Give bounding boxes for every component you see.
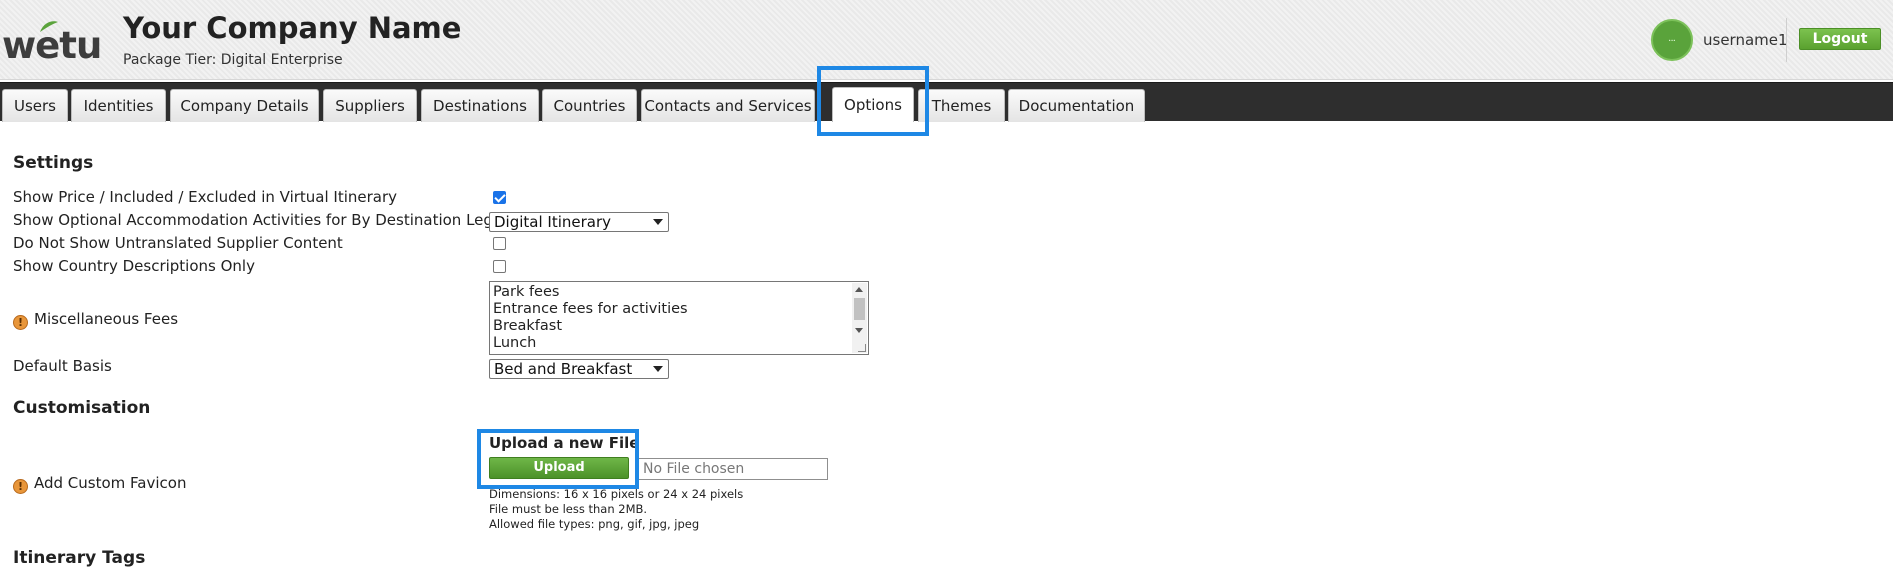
dimensions-note: Dimensions: 16 x 16 pixels or 24 x 24 pi… [489,487,744,501]
chevron-down-icon [653,219,663,225]
show-optional-select[interactable]: Digital Itinerary [489,212,669,232]
package-tier: Package Tier: Digital Enterprise [123,52,343,68]
misc-fees-label: Miscellaneous Fees [34,310,179,328]
upload-button[interactable]: Upload [489,457,629,479]
company-name: Your Company Name [123,11,462,45]
scroll-up-icon[interactable] [855,287,863,292]
scroll-thumb[interactable] [854,298,865,320]
tab-bar: Users Identities Company Details Supplie… [0,82,1893,122]
size-note: File must be less than 2MB. [489,502,648,516]
logo-text: wetu [2,24,102,67]
show-optional-value: Digital Itinerary [494,213,612,231]
tab-company-details[interactable]: Company Details [170,89,319,122]
tab-users[interactable]: Users [2,89,68,122]
tab-themes[interactable]: Themes [918,89,1005,122]
untranslated-label: Do Not Show Untranslated Supplier Conten… [13,234,343,252]
misc-fees-listbox[interactable]: Park fees Entrance fees for activities B… [489,281,869,355]
tab-countries[interactable]: Countries [542,89,637,122]
show-optional-label: Show Optional Accommodation Activities f… [13,211,501,229]
list-item[interactable]: Lunch [493,335,865,352]
favicon-row: ! Add Custom Favicon [13,474,186,494]
itinerary-tags-title: Itinerary Tags [13,548,146,568]
country-desc-label: Show Country Descriptions Only [13,257,255,275]
settings-title: Settings [13,153,94,173]
tab-documentation[interactable]: Documentation [1008,89,1145,122]
file-input[interactable]: No File chosen [638,458,828,480]
default-basis-label: Default Basis [13,357,112,375]
show-price-checkbox[interactable] [493,191,506,204]
tab-contacts-and-services[interactable]: Contacts and Services [641,89,815,122]
customisation-title: Customisation [13,398,151,418]
untranslated-checkbox[interactable] [493,237,506,250]
app-header: wetu Your Company Name Package Tier: Dig… [0,0,1893,80]
warning-icon[interactable]: ! [13,315,28,330]
avatar[interactable]: ••• [1651,19,1693,61]
logout-button[interactable]: Logout [1799,28,1881,50]
tab-identities[interactable]: Identities [71,89,166,122]
favicon-label: Add Custom Favicon [34,474,187,492]
warning-icon[interactable]: ! [13,479,28,494]
list-item[interactable]: Breakfast [493,318,865,335]
avatar-image: ••• [1668,37,1676,43]
username[interactable]: username1 [1703,31,1788,49]
tab-destinations[interactable]: Destinations [421,89,539,122]
default-basis-select[interactable]: Bed and Breakfast [489,359,669,379]
country-desc-checkbox[interactable] [493,260,506,273]
chevron-down-icon [653,366,663,372]
tab-options[interactable]: Options [832,87,914,122]
list-item[interactable]: Entrance fees for activities [493,301,865,318]
header-divider [1786,18,1787,62]
listbox-scrollbar[interactable] [852,283,867,353]
default-basis-value: Bed and Breakfast [494,360,633,378]
upload-title: Upload a new File [489,434,640,452]
list-item[interactable]: Park fees [493,284,865,301]
show-price-label: Show Price / Included / Excluded in Virt… [13,188,398,206]
scroll-down-icon[interactable] [855,328,863,333]
tab-suppliers[interactable]: Suppliers [323,89,417,122]
misc-fees-row: ! Miscellaneous Fees [13,310,178,330]
resize-handle-icon[interactable] [858,344,866,352]
types-note: Allowed file types: png, gif, jpg, jpeg [489,517,700,531]
wetu-logo[interactable]: wetu [2,21,112,70]
